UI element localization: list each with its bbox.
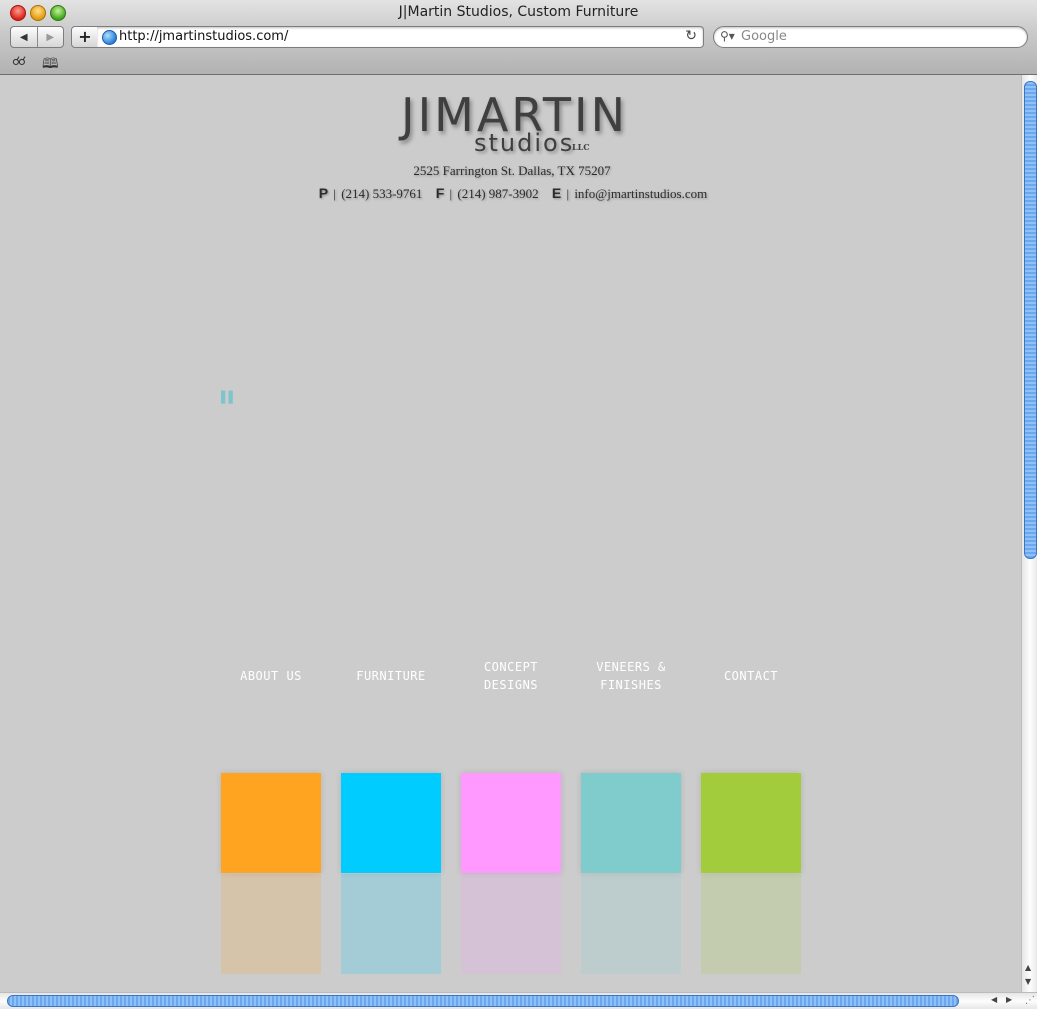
swatch-reflection	[581, 874, 681, 974]
search-input[interactable]: ⚲▾ Google	[713, 26, 1028, 48]
nav-label: FURNITURE	[356, 669, 426, 683]
nav-label: CONTACT	[723, 669, 779, 683]
nav-label: CONCEPT	[483, 660, 539, 674]
nav-label: VENEERS &	[596, 660, 666, 674]
swatch-veneers-finishes[interactable]	[581, 773, 681, 873]
swatch-reflection	[461, 874, 561, 974]
horizontal-scrollbar[interactable]: ◀ ▶ ⋰	[0, 992, 1037, 1009]
nav-furniture[interactable]: FURNITURE	[341, 667, 441, 685]
horizontal-scroll-thumb[interactable]	[7, 995, 959, 1007]
separator: |	[566, 186, 570, 201]
vertical-scrollbar[interactable]: ▲ ▼	[1021, 75, 1037, 992]
nav-label: ABOUT US	[240, 669, 302, 683]
window-title: J|Martin Studios, Custom Furniture	[398, 4, 639, 20]
scroll-right-icon[interactable]: ▶	[1006, 995, 1012, 1004]
email-link[interactable]: info@jmartinstudios.com	[574, 186, 707, 201]
fax-label: F	[435, 185, 445, 201]
history-buttons: ◀ ▶	[10, 26, 64, 48]
logo-llc: LLC	[572, 142, 590, 152]
address-bar[interactable]: http://jmartinstudios.com/ ↻	[97, 26, 704, 48]
reading-list-icon[interactable]: ☌☌	[12, 54, 26, 68]
swatch-reflection	[221, 874, 321, 974]
separator: |	[449, 186, 453, 201]
nav-label: DESIGNS	[483, 678, 539, 692]
globe-icon	[102, 30, 117, 45]
nav-contact[interactable]: CONTACT	[701, 667, 801, 685]
email-label: E	[551, 185, 562, 201]
nav-about-us[interactable]: ABOUT US	[221, 667, 321, 685]
swatch-reflection	[341, 874, 441, 974]
resize-grip-icon[interactable]: ⋰	[1025, 995, 1035, 1006]
logo-subtitle: studios	[474, 129, 575, 157]
search-icon[interactable]: ⚲▾	[720, 29, 735, 43]
contact-line: P | (214) 533-9761 F | (214) 987-3902 E …	[0, 185, 1021, 202]
swatch-furniture[interactable]	[341, 773, 441, 873]
scroll-down-icon[interactable]: ▼	[1025, 977, 1031, 986]
forward-button[interactable]: ▶	[36, 27, 64, 47]
nav-concept-designs[interactable]: CONCEPT DESIGNS	[461, 658, 561, 694]
scroll-left-icon[interactable]: ◀	[991, 995, 997, 1004]
search-placeholder: Google	[741, 29, 787, 44]
url-text[interactable]: http://jmartinstudios.com/	[119, 29, 288, 44]
page-content: JIMARTIN studios LLC 2525 Farrington St.…	[0, 75, 1021, 992]
swatch-contact[interactable]	[701, 773, 801, 873]
scroll-up-icon[interactable]: ▲	[1025, 963, 1031, 972]
fax-number: (214) 987-3902	[457, 186, 539, 201]
address-line: 2525 Farrington St. Dallas, TX 75207	[413, 163, 611, 178]
add-bookmark-button[interactable]: +	[71, 26, 99, 48]
swatch-concept-designs[interactable]	[461, 773, 561, 873]
reload-icon[interactable]: ↻	[685, 28, 697, 44]
phone-number: (214) 533-9761	[341, 186, 423, 201]
back-button[interactable]: ◀	[11, 27, 37, 47]
swatch-reflection	[701, 874, 801, 974]
loading-icon: ▌▌	[221, 391, 237, 404]
bookmarks-book-icon[interactable]: 🕮	[42, 53, 59, 77]
separator: |	[333, 186, 336, 201]
phone-label: P	[318, 185, 329, 201]
browser-chrome: J|Martin Studios, Custom Furniture ◀ ▶ +…	[0, 0, 1037, 75]
swatch-about-us[interactable]	[221, 773, 321, 873]
nav-veneers-finishes[interactable]: VENEERS & FINISHES	[581, 658, 681, 694]
vertical-scroll-thumb[interactable]	[1024, 81, 1037, 559]
nav-label: FINISHES	[600, 678, 662, 692]
